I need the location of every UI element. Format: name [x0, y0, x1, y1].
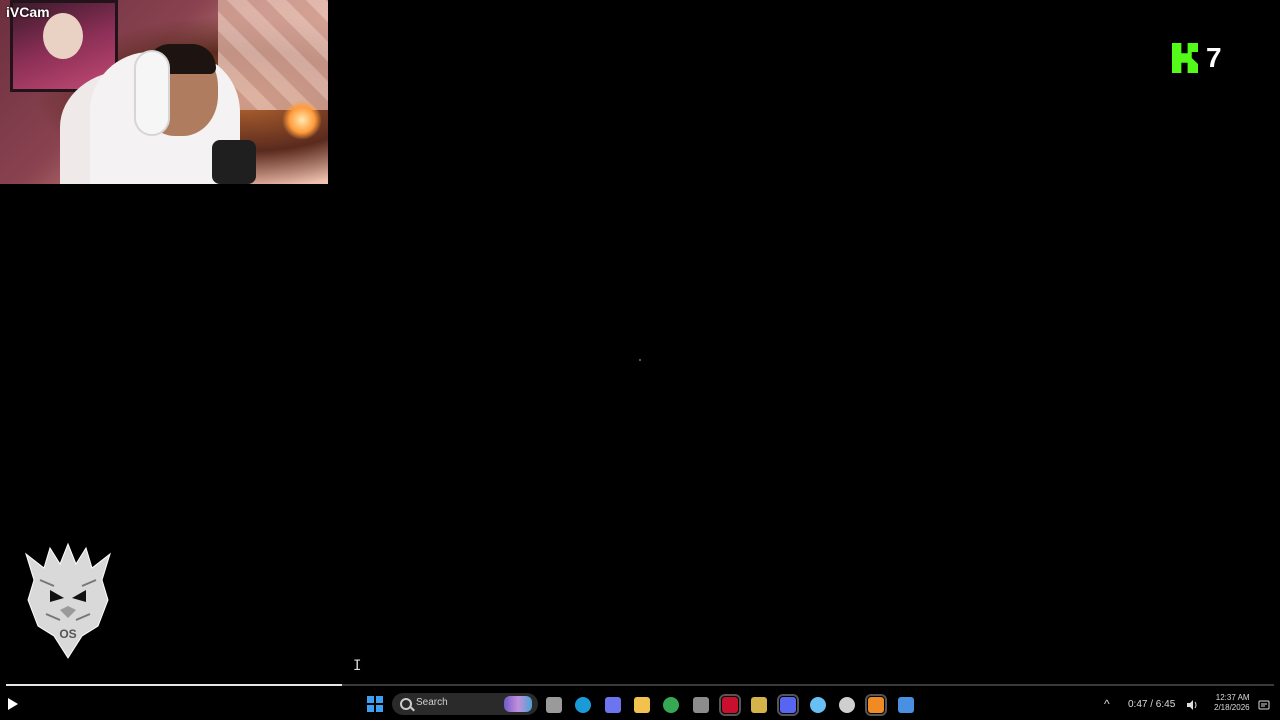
media-time: 0:47 / 6:45 — [1128, 699, 1176, 710]
discord-icon[interactable] — [777, 694, 799, 716]
clock[interactable]: 12:37 AM 2/18/2026 — [1214, 693, 1250, 713]
clock-date: 2/18/2026 — [1214, 703, 1250, 712]
app-icon[interactable] — [898, 697, 914, 713]
search-placeholder: Search — [416, 697, 448, 708]
microphone-icon — [212, 140, 256, 184]
kick-counter: 7 — [1172, 42, 1222, 74]
copilot-icon[interactable] — [605, 697, 621, 713]
webcam-lamp — [282, 100, 322, 140]
clock-time: 12:37 AM — [1215, 693, 1250, 702]
webcam-overlay: iVCam — [0, 0, 328, 184]
store-icon[interactable] — [693, 697, 709, 713]
play-icon[interactable] — [8, 698, 18, 710]
chrome-icon[interactable] — [663, 697, 679, 713]
headset-icon — [134, 50, 170, 136]
speaker-icon[interactable] — [1186, 699, 1198, 711]
webcam-label: iVCam — [6, 4, 50, 20]
search-icon — [400, 698, 412, 710]
text-cursor-icon: I — [353, 658, 362, 674]
center-dot — [639, 359, 641, 361]
video-progress-fill — [6, 684, 343, 686]
app-icon[interactable] — [865, 694, 887, 716]
notification-icon[interactable] — [1258, 699, 1270, 711]
obs-icon[interactable] — [839, 697, 855, 713]
start-button[interactable] — [367, 696, 383, 712]
search-highlight-icon — [504, 696, 532, 712]
logo-initials: OS — [59, 627, 76, 641]
folder-icon[interactable] — [634, 697, 650, 713]
taskbar-search[interactable]: Search — [392, 693, 538, 715]
edge-browser-icon[interactable] — [575, 697, 591, 713]
steam-icon[interactable] — [810, 697, 826, 713]
app-icon[interactable] — [751, 697, 767, 713]
task-view-icon[interactable] — [546, 697, 562, 713]
kick-logo-icon — [1172, 43, 1198, 73]
kick-count: 7 — [1206, 42, 1222, 73]
adobe-icon[interactable] — [719, 694, 741, 716]
video-progress-bar[interactable] — [6, 684, 1274, 686]
dragon-logo-icon: OS — [20, 540, 116, 660]
chevron-up-icon[interactable]: ^ — [1104, 697, 1110, 711]
